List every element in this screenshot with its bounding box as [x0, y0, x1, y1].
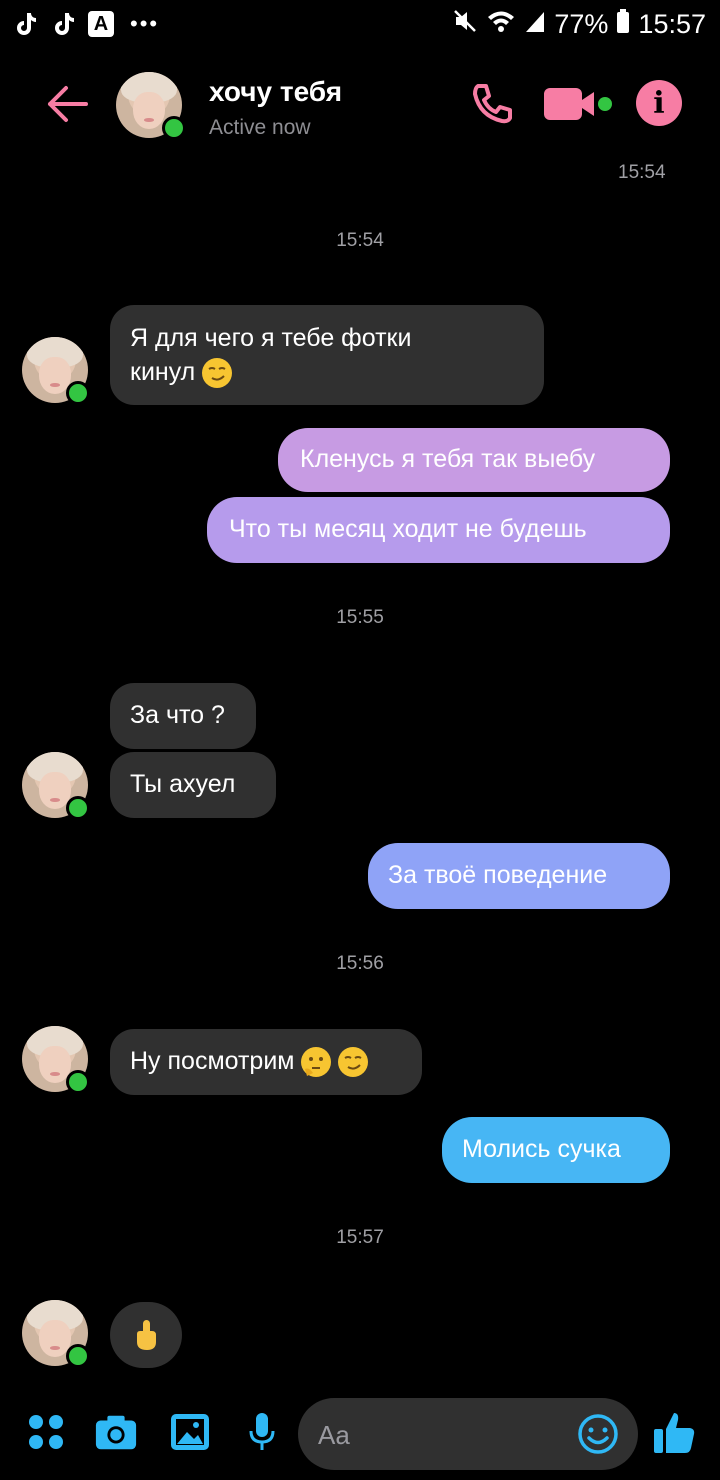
timestamp: 15:55	[336, 607, 384, 628]
camera-icon	[95, 1415, 137, 1450]
message-bubble-incoming[interactable]	[110, 1302, 182, 1368]
timestamp: 15:54	[336, 230, 384, 251]
message-text: кинул	[130, 358, 196, 386]
smirk-emoji	[202, 358, 233, 389]
online-indicator	[66, 1344, 90, 1368]
message-bubble-outgoing[interactable]: Кленусь я тебя так выебу	[278, 428, 670, 492]
battery-icon	[616, 8, 630, 41]
message-composer[interactable]	[298, 1398, 638, 1470]
thinking-emoji	[301, 1047, 332, 1078]
wifi-icon	[486, 8, 516, 41]
message-text: За твоё поведение	[388, 861, 608, 889]
video-call-button[interactable]	[542, 80, 616, 128]
message-bubble-outgoing[interactable]: Что ты месяц ходит не будешь	[207, 497, 670, 563]
signal-icon	[524, 8, 546, 41]
info-button[interactable]: i	[636, 80, 682, 126]
message-bubble-incoming[interactable]: Ну посмотрим	[110, 1029, 422, 1095]
message-text: Ты ахуел	[130, 770, 236, 798]
info-icon: i	[653, 85, 665, 121]
online-indicator	[66, 381, 90, 405]
timestamp: 15:57	[336, 1227, 384, 1248]
message-text: Кленусь я тебя так выебу	[300, 445, 596, 473]
apps-button[interactable]	[24, 1410, 68, 1454]
message-bubble-outgoing[interactable]: Молись сучка	[442, 1117, 670, 1183]
message-text: За что ?	[130, 701, 225, 729]
status-bar: A ••• 77% 15:57	[0, 0, 720, 52]
phone-icon	[473, 84, 512, 124]
gallery-button[interactable]	[168, 1410, 212, 1454]
tiktok-icon	[50, 10, 78, 38]
voice-record-button[interactable]	[240, 1410, 284, 1454]
four-dots-icon	[29, 1415, 63, 1449]
back-arrow-icon	[48, 86, 88, 122]
smiley-icon	[578, 1414, 618, 1454]
back-button[interactable]	[42, 82, 92, 126]
message-input[interactable]	[316, 1412, 570, 1458]
status-left-icons: A •••	[12, 10, 159, 38]
video-camera-icon	[544, 88, 612, 120]
online-indicator	[162, 116, 186, 140]
status-right: 77% 15:57	[452, 8, 706, 41]
message-text: Я для чего я тебе фотки	[130, 324, 412, 352]
tiktok-icon	[12, 10, 40, 38]
clock: 15:57	[638, 9, 706, 39]
online-indicator	[66, 796, 90, 820]
mute-icon	[452, 8, 478, 41]
timestamp: 15:56	[336, 953, 384, 974]
contact-name[interactable]: хочу тебя	[209, 76, 342, 108]
middle-finger-emoji	[130, 1320, 162, 1358]
microphone-icon	[249, 1413, 275, 1450]
message-bubble-outgoing[interactable]: За твоё поведение	[368, 843, 670, 909]
message-text: Ну посмотрим	[130, 1047, 295, 1075]
presence-status: Active now	[209, 116, 311, 139]
emoji-button[interactable]	[576, 1412, 620, 1456]
image-icon	[171, 1414, 209, 1450]
camera-button[interactable]	[94, 1410, 138, 1454]
more-dots-icon: •••	[130, 11, 160, 36]
battery-percent: 77%	[554, 9, 609, 39]
message-bubble-incoming[interactable]: За что ?	[110, 683, 256, 749]
message-bubble-incoming[interactable]: Ты ахуел	[110, 752, 276, 818]
voice-call-button[interactable]	[466, 80, 514, 128]
message-text: Что ты месяц ходит не будешь	[229, 515, 587, 543]
message-bubble-incoming[interactable]: Я для чего я тебе фотки кинул	[110, 305, 544, 405]
online-indicator	[66, 1070, 90, 1094]
a-app-icon: A	[88, 11, 114, 37]
like-button[interactable]	[650, 1410, 700, 1454]
timestamp: 15:54	[618, 162, 666, 183]
composer-bar	[0, 1396, 720, 1480]
thumbs-up-icon	[654, 1413, 695, 1453]
message-text: Молись сучка	[462, 1135, 621, 1163]
conversation-header: хочу тебя Active now i	[0, 60, 720, 150]
smirk-emoji	[338, 1047, 369, 1078]
